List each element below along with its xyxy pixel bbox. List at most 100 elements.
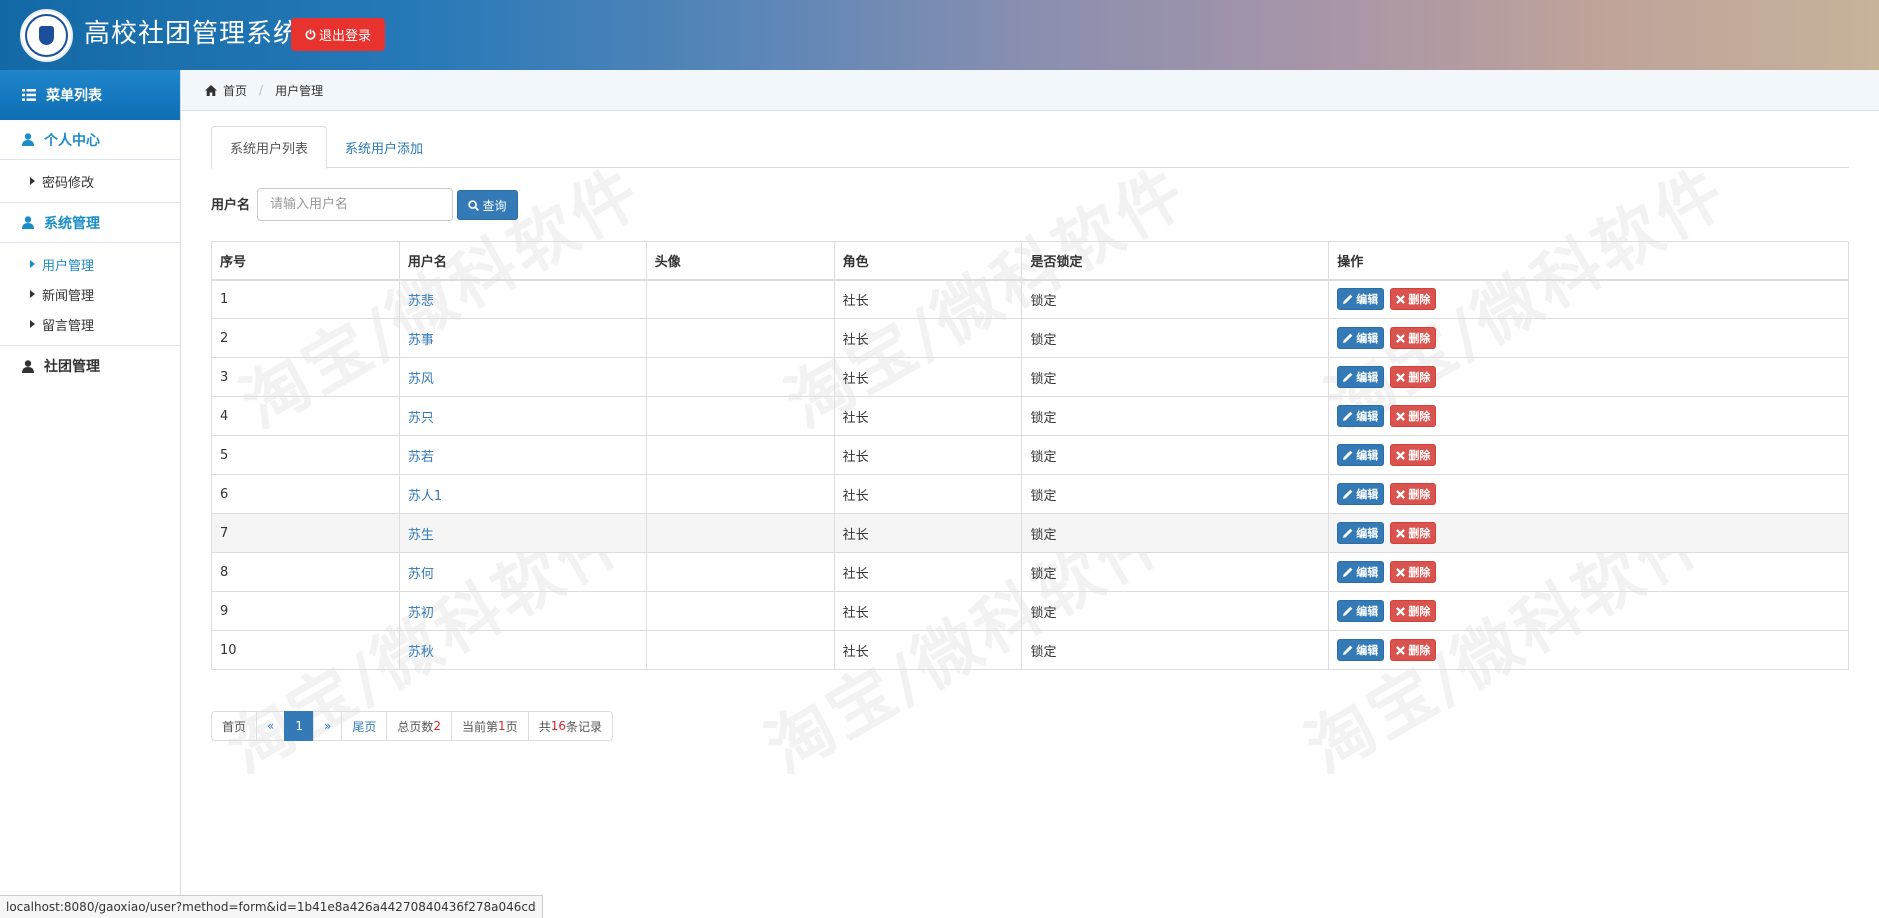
cell-avatar (645, 513, 835, 553)
delete-button[interactable]: 删除 (1390, 639, 1437, 661)
edit-button[interactable]: 编辑 (1337, 444, 1385, 466)
breadcrumb-home[interactable]: 首页 (223, 82, 247, 99)
username-link[interactable]: 苏何 (408, 567, 434, 582)
cell-locked: 锁定 (1021, 435, 1330, 475)
column-header: 序号 (211, 241, 400, 281)
delete-button[interactable]: 删除 (1390, 444, 1437, 466)
cell-locked: 锁定 (1021, 591, 1330, 631)
tab-user-list[interactable]: 系统用户列表 (211, 126, 328, 169)
cell-no: 5 (211, 435, 400, 475)
username-link[interactable]: 苏事 (408, 333, 434, 348)
username-link[interactable]: 苏若 (408, 450, 434, 465)
sidebar-group-personal[interactable]: 个人中心 (0, 120, 180, 160)
close-icon (1396, 489, 1406, 499)
cell-locked: 锁定 (1021, 318, 1330, 358)
delete-button[interactable]: 删除 (1390, 405, 1437, 427)
edit-label: 编辑 (1356, 527, 1379, 540)
locked-status: 锁定 (1030, 371, 1057, 387)
cell-username: 苏人1 (398, 474, 647, 514)
delete-button[interactable]: 删除 (1390, 561, 1437, 583)
cell-no: 10 (211, 630, 400, 670)
username-link[interactable]: 苏只 (408, 411, 434, 426)
sidebar-group-label: 个人中心 (44, 132, 100, 149)
sidebar-item-messages[interactable]: 留言管理 (0, 309, 180, 339)
table-row: 2 苏事 社长 锁定 编辑 删除 (211, 318, 1849, 358)
row-number: 9 (220, 603, 229, 619)
username-search-input[interactable] (257, 188, 453, 221)
username-link[interactable]: 苏秋 (408, 645, 434, 660)
pencil-icon (1343, 372, 1353, 382)
edit-button[interactable]: 编辑 (1337, 600, 1385, 622)
role-text: 社长 (842, 293, 869, 309)
pagination-first[interactable]: 首页 (211, 711, 258, 741)
edit-button[interactable]: 编辑 (1337, 561, 1385, 583)
sidebar-item-users[interactable]: 用户管理 (0, 249, 180, 279)
sidebar-sublist-personal: 密码修改 (0, 160, 180, 203)
pagination-last[interactable]: 尾页 (341, 711, 388, 741)
delete-button[interactable]: 删除 (1390, 483, 1437, 505)
current-page-value: 1 (498, 719, 506, 733)
logout-button[interactable]: 退出登录 (291, 18, 385, 51)
row-number: 1 (220, 291, 229, 307)
delete-label: 删除 (1408, 332, 1431, 345)
sidebar-item-label: 用户管理 (42, 258, 95, 274)
sidebar-group-system[interactable]: 系统管理 (0, 203, 180, 243)
role-text: 社长 (842, 605, 869, 621)
username-link[interactable]: 苏风 (408, 372, 434, 387)
pagination-page-current[interactable]: 1 (284, 711, 314, 741)
edit-button[interactable]: 编辑 (1337, 405, 1385, 427)
table-row: 7 苏生 社长 锁定 编辑 删除 (211, 513, 1849, 553)
column-header: 是否锁定 (1021, 241, 1330, 281)
pagination-next[interactable]: » (313, 711, 343, 741)
delete-label: 删除 (1408, 371, 1431, 384)
cell-role: 社长 (833, 513, 1023, 553)
username-link[interactable]: 苏生 (408, 528, 434, 543)
search-button[interactable]: 查询 (457, 190, 518, 220)
edit-button[interactable]: 编辑 (1337, 639, 1385, 661)
pencil-icon (1343, 489, 1353, 499)
delete-button[interactable]: 删除 (1390, 522, 1437, 544)
column-header: 操作 (1328, 241, 1849, 281)
delete-button[interactable]: 删除 (1390, 327, 1437, 349)
edit-button[interactable]: 编辑 (1337, 483, 1385, 505)
role-text: 社长 (842, 449, 869, 465)
delete-label: 删除 (1408, 410, 1431, 423)
total-pages-label: 总页数 (397, 719, 434, 734)
edit-label: 编辑 (1356, 293, 1379, 307)
cell-no: 1 (211, 279, 400, 319)
sidebar-group-clubs[interactable]: 社团管理 (0, 346, 180, 386)
delete-button[interactable]: 删除 (1390, 366, 1437, 388)
username-link[interactable]: 苏人1 (408, 489, 442, 504)
sidebar-item-news[interactable]: 新闻管理 (0, 279, 180, 309)
user-icon (22, 133, 34, 146)
search-label: 用户名 (211, 198, 251, 213)
delete-button[interactable]: 删除 (1390, 600, 1437, 622)
cell-actions: 编辑 删除 (1328, 435, 1849, 475)
pencil-icon (1343, 567, 1353, 577)
sidebar: 菜单列表 个人中心 密码修改 系统管理 用户管理 新闻管理 留言管理 社团管理 (0, 70, 181, 918)
edit-button[interactable]: 编辑 (1337, 366, 1385, 388)
pagination-prev[interactable]: « (256, 711, 286, 741)
cell-username: 苏若 (398, 435, 647, 475)
role-text: 社长 (842, 371, 869, 387)
tab-user-add[interactable]: 系统用户添加 (327, 126, 441, 168)
edit-button[interactable]: 编辑 (1337, 522, 1385, 544)
cell-role: 社长 (833, 591, 1023, 631)
cell-actions: 编辑 删除 (1328, 630, 1849, 670)
close-icon (1396, 372, 1406, 382)
cell-locked: 锁定 (1021, 396, 1330, 436)
sidebar-group-label: 社团管理 (44, 359, 100, 375)
username-link[interactable]: 苏悲 (408, 294, 434, 309)
logout-label: 退出登录 (318, 29, 371, 44)
cell-no: 4 (211, 396, 400, 436)
sidebar-item-password[interactable]: 密码修改 (0, 166, 180, 196)
pencil-icon (1343, 411, 1353, 421)
edit-button[interactable]: 编辑 (1337, 288, 1385, 311)
edit-button[interactable]: 编辑 (1337, 327, 1385, 349)
username-link[interactable]: 苏初 (408, 606, 434, 621)
cell-role: 社长 (833, 552, 1023, 592)
delete-label: 删除 (1408, 605, 1431, 618)
delete-button[interactable]: 删除 (1390, 288, 1437, 311)
row-number: 10 (220, 642, 237, 658)
cell-role: 社长 (833, 630, 1023, 670)
